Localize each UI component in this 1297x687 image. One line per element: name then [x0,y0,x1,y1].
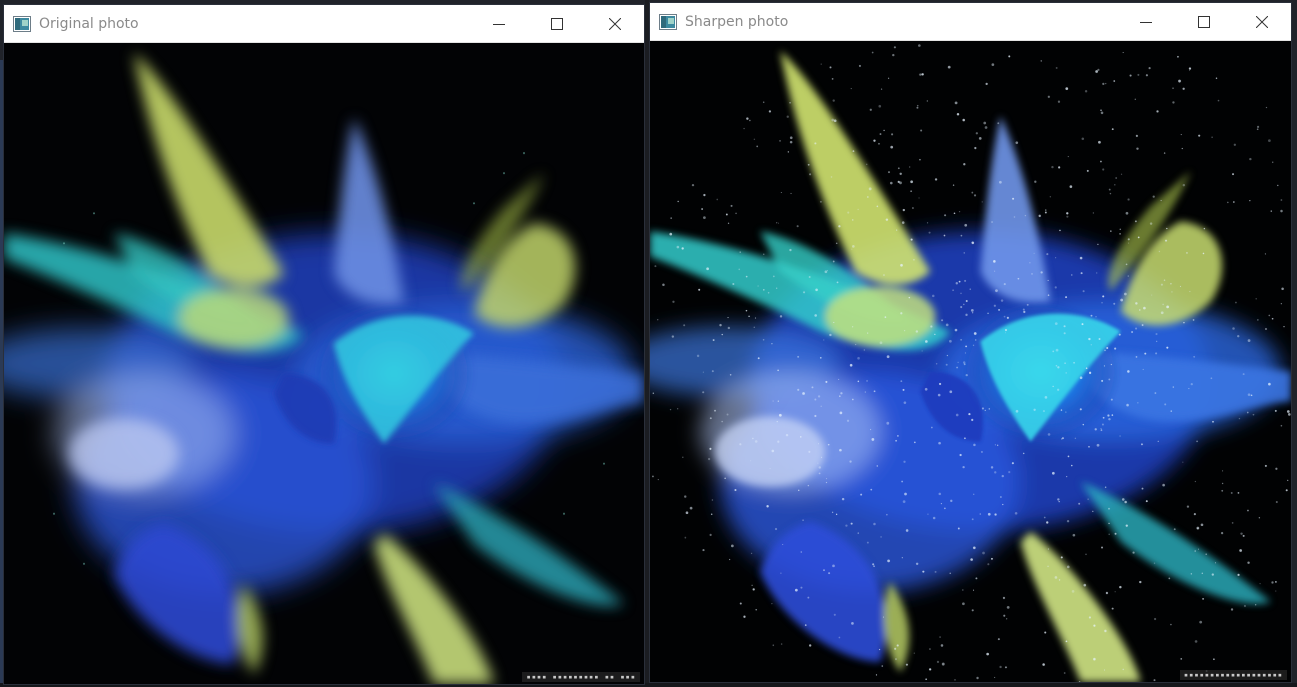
close-icon [1256,15,1268,28]
original-photo-titlebar[interactable]: Original photo [4,5,644,43]
minimize-button[interactable] [1117,3,1175,41]
original-photo-canvas: ▪▪▪▪ ▪▪▪▪▪▪▪▪▪ ▪▪ ▪▪▪ [4,43,644,684]
image-watermark: ▪▪▪▪▪▪▪▪▪▪▪▪▪▪▪▪▪▪▪ [1179,670,1287,680]
minimize-icon [493,23,505,25]
powder-explosion-image [4,43,644,684]
sharpened-powder-explosion-image [650,41,1291,682]
desktop: Original photo ▪▪▪▪ ▪▪▪▪▪▪▪▪▪ ▪▪ ▪▪▪ Sha… [0,0,1297,687]
sharpen-photo-titlebar[interactable]: Sharpen photo [650,3,1291,41]
close-button[interactable] [1233,3,1291,41]
window-title: Original photo [39,15,139,32]
image-watermark: ▪▪▪▪ ▪▪▪▪▪▪▪▪▪ ▪▪ ▪▪▪ [522,672,640,682]
minimize-icon [1140,21,1152,23]
close-button[interactable] [586,5,644,43]
maximize-button[interactable] [528,5,586,43]
maximize-icon [551,17,563,30]
close-icon [609,17,621,30]
maximize-button[interactable] [1175,3,1233,41]
sharpen-photo-canvas: ▪▪▪▪▪▪▪▪▪▪▪▪▪▪▪▪▪▪▪ [650,41,1291,682]
window-title: Sharpen photo [685,13,789,30]
app-icon [659,13,677,30]
maximize-icon [1198,15,1210,28]
app-icon [13,15,31,32]
sharpen-photo-window[interactable]: Sharpen photo ▪▪▪▪▪▪▪▪▪▪▪▪▪▪▪▪▪▪▪ [649,2,1292,683]
minimize-button[interactable] [470,5,528,43]
original-photo-window[interactable]: Original photo ▪▪▪▪ ▪▪▪▪▪▪▪▪▪ ▪▪ ▪▪▪ [3,4,645,685]
